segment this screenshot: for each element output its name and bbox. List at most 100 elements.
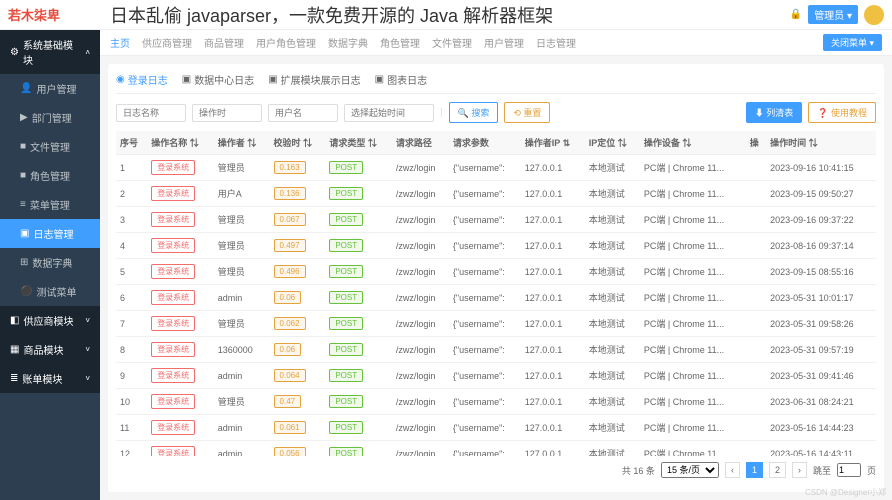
cell-ip: 127.0.0.1 xyxy=(521,207,585,233)
breadcrumb-item[interactable]: 主页 xyxy=(110,35,130,50)
cell-action[interactable] xyxy=(746,389,766,415)
item-label: 用户管理 xyxy=(36,81,76,96)
sidebar-item[interactable]: ■文件管理 xyxy=(0,132,100,161)
filter-log-name[interactable] xyxy=(116,104,186,122)
column-header[interactable]: 校验时 ⇅ xyxy=(270,131,326,155)
lock-icon[interactable]: 🔒 xyxy=(790,9,802,20)
cell-time: 0.056 xyxy=(270,441,326,457)
cell-method: POST xyxy=(325,207,392,233)
cell-action[interactable] xyxy=(746,441,766,457)
cell-index: 12 xyxy=(116,441,147,457)
column-header[interactable]: 操作设备 ⇅ xyxy=(640,131,746,155)
divider: | xyxy=(440,107,443,118)
cell-action[interactable] xyxy=(746,207,766,233)
breadcrumb-item[interactable]: 商品管理 xyxy=(204,35,244,50)
table-row: 6 登录系统 admin 0.06 POST /zwz/login {"user… xyxy=(116,285,876,311)
breadcrumb-item[interactable]: 数据字典 xyxy=(328,35,368,50)
sidebar-group[interactable]: ◧供应商模块˅ xyxy=(0,306,100,335)
cell-action[interactable] xyxy=(746,259,766,285)
tutorial-button[interactable]: ❓ 使用教程 xyxy=(808,102,876,123)
cell-path: /zwz/login xyxy=(392,259,449,285)
jump-input[interactable] xyxy=(837,463,861,477)
cell-method: POST xyxy=(325,415,392,441)
column-header[interactable]: 操 xyxy=(746,131,766,155)
column-header[interactable]: IP定位 ⇅ xyxy=(585,131,640,155)
column-header[interactable]: 请求路径 xyxy=(392,131,449,155)
page-size-select[interactable]: 15 条/页 xyxy=(661,462,719,478)
breadcrumb-item[interactable]: 文件管理 xyxy=(432,35,472,50)
cell-action[interactable] xyxy=(746,363,766,389)
cell-path: /zwz/login xyxy=(392,155,449,181)
table-row: 11 登录系统 admin 0.061 POST /zwz/login {"us… xyxy=(116,415,876,441)
cell-action[interactable] xyxy=(746,337,766,363)
cell-ts: 2023-09-15 09:50:27 xyxy=(766,181,876,207)
column-header[interactable]: 请求类型 ⇅ xyxy=(325,131,392,155)
sidebar-item[interactable]: ⊞数据字典 xyxy=(0,248,100,277)
cell-action[interactable] xyxy=(746,311,766,337)
sidebar-item[interactable]: ■角色管理 xyxy=(0,161,100,190)
jump-label: 跳至 xyxy=(813,464,831,477)
cell-path: /zwz/login xyxy=(392,233,449,259)
sidebar-item[interactable]: ≡菜单管理 xyxy=(0,190,100,219)
tab[interactable]: ▣ 数据中心日志 xyxy=(182,72,254,87)
breadcrumb-item[interactable]: 用户管理 xyxy=(484,35,524,50)
sidebar-group[interactable]: ▦商品模块˅ xyxy=(0,335,100,364)
next-page[interactable]: › xyxy=(792,462,807,478)
column-header[interactable]: 操作名称 ⇅ xyxy=(147,131,214,155)
tab[interactable]: ◉ 登录日志 xyxy=(116,72,168,87)
cell-action[interactable] xyxy=(746,285,766,311)
filter-time[interactable] xyxy=(192,104,262,122)
search-button[interactable]: 🔍 搜索 xyxy=(449,102,499,123)
sidebar-group[interactable]: ≣账单模块˅ xyxy=(0,364,100,393)
sidebar-item[interactable]: ▶部门管理 xyxy=(0,103,100,132)
cell-action[interactable] xyxy=(746,181,766,207)
breadcrumb-item[interactable]: 用户角色管理 xyxy=(256,35,316,50)
cell-action[interactable] xyxy=(746,233,766,259)
tab[interactable]: ▣ 扩展模块展示日志 xyxy=(268,72,360,87)
column-header[interactable]: 请求参数 xyxy=(449,131,521,155)
breadcrumb-item[interactable]: 角色管理 xyxy=(380,35,420,50)
cell-loc: 本地测试 xyxy=(585,181,640,207)
page-2[interactable]: 2 xyxy=(769,462,786,478)
filter-username[interactable] xyxy=(268,104,338,122)
export-button[interactable]: ⬇ 列清表 xyxy=(746,102,803,123)
tab[interactable]: ▣ 图表日志 xyxy=(375,72,427,87)
item-label: 部门管理 xyxy=(32,110,72,125)
column-header[interactable]: 操作者IP ⇅ xyxy=(521,131,585,155)
admin-dropdown[interactable]: 管理员 ▾ xyxy=(808,5,858,24)
sidebar-item[interactable]: ⚫测试菜单 xyxy=(0,277,100,306)
cell-path: /zwz/login xyxy=(392,415,449,441)
cell-action[interactable] xyxy=(746,415,766,441)
item-label: 测试菜单 xyxy=(36,284,76,299)
cell-index: 3 xyxy=(116,207,147,233)
column-header[interactable]: 操作者 ⇅ xyxy=(214,131,270,155)
cell-method: POST xyxy=(325,233,392,259)
item-label: 数据字典 xyxy=(32,255,72,270)
breadcrumb-item[interactable]: 日志管理 xyxy=(536,35,576,50)
group-label: 系统基础模块 xyxy=(23,37,81,67)
cell-index: 7 xyxy=(116,311,147,337)
cell-op: 登录系统 xyxy=(147,337,214,363)
filter-date[interactable] xyxy=(344,104,434,122)
avatar[interactable] xyxy=(864,5,884,25)
cell-time: 0.497 xyxy=(270,233,326,259)
group-label: 账单模块 xyxy=(22,371,62,386)
cell-user: 管理员 xyxy=(214,311,270,337)
column-header[interactable]: 序号 xyxy=(116,131,147,155)
cell-index: 1 xyxy=(116,155,147,181)
cell-loc: 本地测试 xyxy=(585,259,640,285)
cell-action[interactable] xyxy=(746,155,766,181)
close-tabs-button[interactable]: 关闭菜单 ▾ xyxy=(823,34,882,51)
column-header[interactable]: 操作时间 ⇅ xyxy=(766,131,876,155)
breadcrumb-item[interactable]: 供应商管理 xyxy=(142,35,192,50)
sidebar-item[interactable]: 👤用户管理 xyxy=(0,74,100,103)
page-1[interactable]: 1 xyxy=(746,462,763,478)
sidebar-item[interactable]: ▣日志管理 xyxy=(0,219,100,248)
cell-index: 9 xyxy=(116,363,147,389)
sidebar-group[interactable]: ⚙系统基础模块˄ xyxy=(0,30,100,74)
prev-page[interactable]: ‹ xyxy=(725,462,740,478)
reset-button[interactable]: ⟲ 重置 xyxy=(504,102,550,123)
cell-device: PC端 | Chrome 11... xyxy=(640,337,746,363)
breadcrumb: 主页供应商管理商品管理用户角色管理数据字典角色管理文件管理用户管理日志管理 关闭… xyxy=(100,30,892,56)
cell-method: POST xyxy=(325,181,392,207)
